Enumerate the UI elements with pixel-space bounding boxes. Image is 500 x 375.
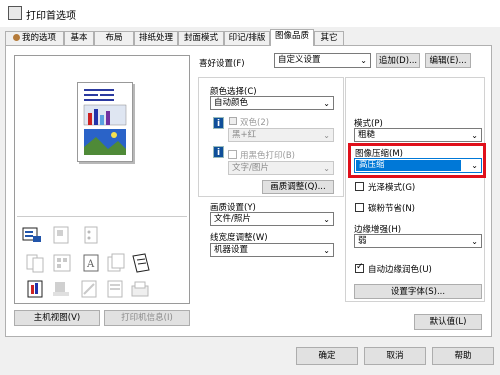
overlay-icon — [105, 278, 127, 300]
image-adjust-button[interactable]: 画质调整(Q)... — [262, 180, 334, 194]
chevron-down-icon: ⌄ — [471, 161, 478, 170]
tab-label: 印记/排版 — [228, 33, 266, 43]
tab-layout[interactable]: 布局 — [94, 31, 134, 45]
mode-value: 粗糙 — [358, 130, 376, 140]
preview-graphic — [83, 89, 127, 155]
tab-label: 图像品质 — [274, 31, 309, 41]
copy-icon — [105, 252, 127, 274]
edit-favorite-button[interactable]: 编辑(E)... — [425, 53, 471, 68]
page-preview — [77, 82, 133, 162]
printer-icon — [8, 6, 22, 20]
user-icon — [12, 34, 20, 41]
default-button[interactable]: 默认值(L) — [414, 314, 482, 330]
chevron-down-icon: ⌄ — [471, 237, 478, 246]
dual-color-text: 双色(2) — [240, 118, 270, 128]
tab-cover-mode[interactable]: 封面模式 — [178, 31, 224, 45]
print-mode-icon — [21, 224, 43, 246]
chevron-down-icon: ⌄ — [471, 131, 478, 140]
mode-select[interactable]: 粗糙 ⌄ — [354, 128, 482, 142]
color-select-value: 自动颜色 — [214, 98, 249, 108]
chevron-down-icon: ⌄ — [323, 164, 330, 173]
bw-print-select: 文字/图片 ⌄ — [228, 161, 334, 175]
tab-label: 我的选项 — [21, 33, 56, 43]
compression-value: 高压缩 — [359, 160, 385, 170]
help-button[interactable]: 帮助 — [432, 347, 494, 365]
color-select[interactable]: 自动颜色 ⌄ — [210, 96, 334, 110]
checkmark-icon: ✓ — [356, 262, 364, 272]
chevron-down-icon: ⌄ — [323, 131, 330, 140]
punch-icon — [81, 224, 103, 246]
gloss-checkbox[interactable] — [355, 182, 364, 191]
auto-trapping-checkbox[interactable]: ✓ — [355, 262, 364, 273]
tray-icon — [129, 278, 151, 300]
paper-output-icon — [129, 252, 151, 274]
staple-icon — [51, 224, 73, 246]
line-width-select[interactable]: 机器设置 ⌄ — [210, 243, 334, 257]
text-icon: A — [81, 252, 103, 274]
edge-select[interactable]: 弱 ⌄ — [354, 234, 482, 248]
info-icon: i — [213, 146, 224, 158]
compression-select[interactable]: 高压缩 ⌄ — [354, 158, 482, 173]
duplex-icon — [25, 252, 47, 274]
add-favorite-button[interactable]: 追加(D)... — [376, 53, 420, 68]
booklet-icon — [51, 252, 73, 274]
line-width-label: 线宽度调整(W) — [210, 233, 268, 243]
font-settings-button[interactable]: 设置字体(S)... — [354, 284, 482, 299]
info-icon: i — [213, 117, 224, 129]
cancel-button[interactable]: 取消 — [364, 347, 426, 365]
divider — [17, 216, 187, 217]
tab-label: 排纸处理 — [138, 33, 173, 43]
gloss-label: 光泽模式(G) — [368, 183, 416, 193]
bw-print-label: 用黑色打印(B) — [240, 151, 295, 161]
color-page-icon — [25, 278, 47, 300]
chevron-down-icon: ⌄ — [323, 246, 330, 255]
printer-info-button: 打印机信息(I) — [104, 310, 190, 326]
main-view-button[interactable]: 主机视图(V) — [14, 310, 100, 326]
tab-my-options[interactable]: 我的选项 — [5, 31, 64, 45]
bw-print-checkbox — [228, 150, 237, 159]
quality-select[interactable]: 文件/照片 ⌄ — [210, 212, 334, 226]
chevron-down-icon: ⌄ — [323, 99, 330, 108]
auto-trapping-label: 自动边缘润色(U) — [368, 265, 432, 275]
quality-value: 文件/照片 — [214, 214, 251, 224]
window-title: 打印首选项 — [26, 11, 76, 22]
dual-color-value: 黑+红 — [232, 130, 257, 140]
favorites-label: 喜好设置(F) — [199, 59, 245, 69]
chevron-down-icon: ⌄ — [360, 56, 367, 65]
bw-print-value: 文字/图片 — [232, 163, 269, 173]
tab-finishing[interactable]: 排纸处理 — [134, 31, 178, 45]
ok-button[interactable]: 确定 — [296, 347, 358, 365]
favorites-select[interactable]: 自定义设置 ⌄ — [274, 53, 371, 68]
checkbox-icon — [229, 117, 237, 125]
tab-label: 基本 — [70, 33, 88, 43]
tab-label: 其它 — [320, 33, 338, 43]
title-bar: 打印首选项 — [0, 0, 500, 27]
tab-stamp[interactable]: 印记/排版 — [224, 31, 270, 45]
edge-value: 弱 — [358, 236, 367, 246]
tab-basic[interactable]: 基本 — [64, 31, 94, 45]
chevron-down-icon: ⌄ — [323, 215, 330, 224]
watermark-icon — [79, 278, 101, 300]
stamp-icon — [51, 278, 73, 300]
favorites-value: 自定义设置 — [278, 55, 321, 65]
dual-color-label: 双色(2) — [229, 116, 269, 128]
tab-image-quality[interactable]: 图像品质 — [270, 29, 314, 46]
tab-label: 封面模式 — [183, 33, 218, 43]
dual-color-select: 黑+红 ⌄ — [228, 128, 334, 142]
line-width-value: 机器设置 — [214, 245, 249, 255]
svg-text:A: A — [86, 259, 95, 270]
toner-save-label: 碳粉节省(N) — [368, 204, 415, 214]
preview-panel: A — [14, 55, 190, 304]
tab-label: 布局 — [105, 33, 123, 43]
tab-other[interactable]: 其它 — [314, 31, 344, 45]
toner-save-checkbox[interactable] — [355, 203, 364, 212]
